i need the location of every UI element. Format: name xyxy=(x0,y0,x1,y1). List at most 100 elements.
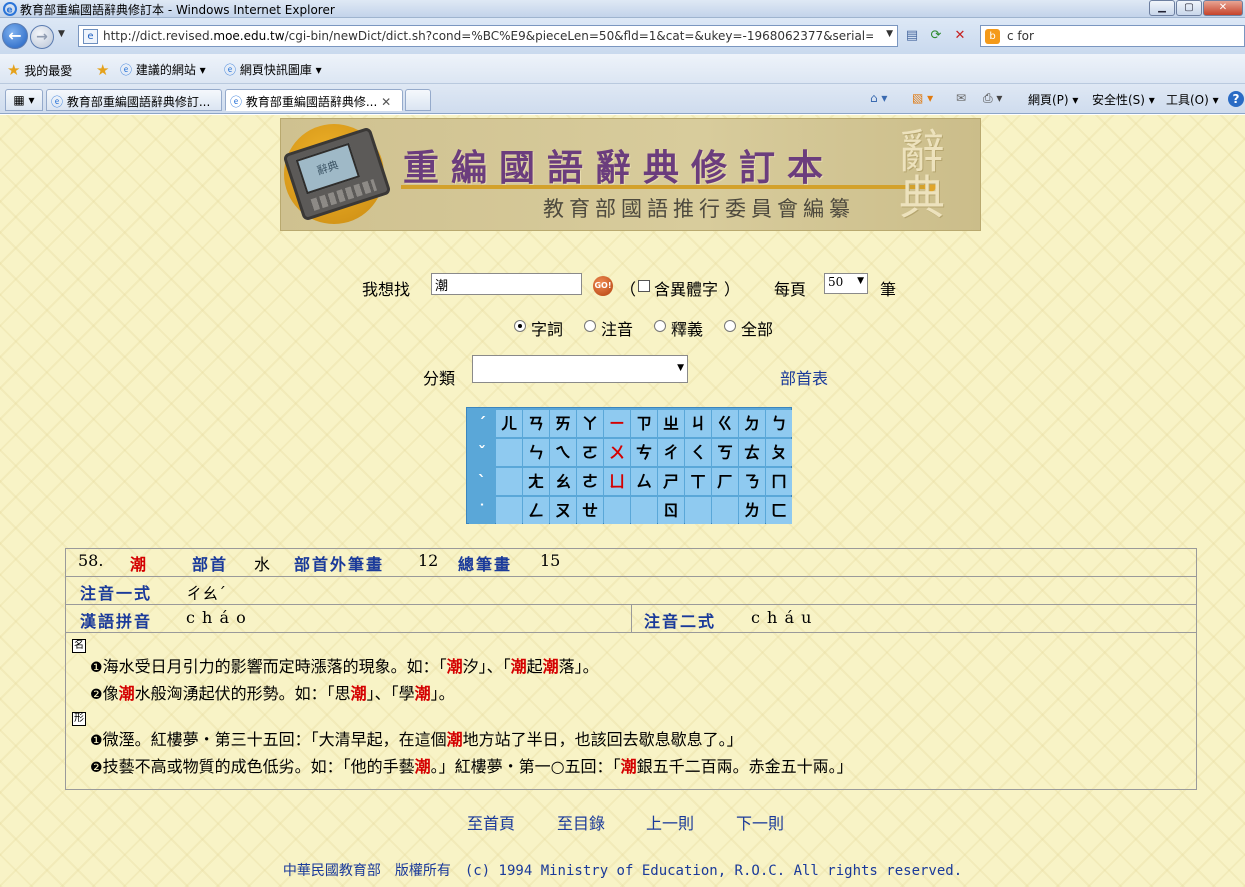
back-button[interactable]: ← xyxy=(2,23,28,49)
zhuyin-key[interactable]: ㄠ xyxy=(550,468,576,495)
home-link[interactable]: 至首頁 xyxy=(467,810,515,834)
zhuyin-key[interactable]: ㄈ xyxy=(766,497,792,524)
per-page-select[interactable]: 50 ▼ xyxy=(824,273,868,294)
dropdown-arrow-icon: ▼ xyxy=(677,363,684,373)
definition-line: ❷像潮水般洶湧起伏的形勢。如：「思潮」、「學潮」。 xyxy=(90,680,455,704)
zhuyin-key[interactable]: ㄗ xyxy=(631,410,657,437)
variant-checkbox[interactable] xyxy=(638,280,650,292)
next-entry-link[interactable]: 下一則 xyxy=(736,810,784,834)
zhuyin-key[interactable]: ㄑ xyxy=(685,439,711,466)
refresh-icon[interactable]: ⟳ xyxy=(926,26,946,46)
zhuyin-key-empty xyxy=(604,497,630,524)
zhuyin-key[interactable]: ㄢ xyxy=(523,410,549,437)
zhuyin-key[interactable]: ㄋ xyxy=(739,468,765,495)
zhuyin-key[interactable]: ㄎ xyxy=(712,439,738,466)
maximize-button[interactable]: ▢ xyxy=(1176,0,1202,16)
zhuyin-key[interactable]: ˙ xyxy=(469,497,495,524)
zhuyin-key[interactable]: ㄞ xyxy=(550,410,576,437)
toc-link[interactable]: 至目錄 xyxy=(557,810,605,834)
favorites-button[interactable]: ★ 我的最愛 xyxy=(7,61,72,79)
radicals-table-link[interactable]: 部首表 xyxy=(780,365,828,389)
add-favorites-icon[interactable]: ★ xyxy=(96,61,109,79)
zhuyin-key[interactable]: ㄧ xyxy=(604,410,630,437)
zhuyin-key[interactable]: ㄣ xyxy=(523,439,549,466)
zhuyin-key[interactable]: ㄜ xyxy=(577,468,603,495)
forward-button[interactable]: → xyxy=(30,25,54,49)
address-url[interactable]: http://dict.revised.moe.edu.tw/cgi-bin/n… xyxy=(103,29,873,43)
zhuyin-key[interactable]: ㄇ xyxy=(766,468,792,495)
mail-icon[interactable]: ✉ xyxy=(956,91,966,105)
search-box[interactable]: b c for xyxy=(980,25,1245,47)
radio-definition[interactable] xyxy=(654,320,666,332)
zhuyin-key[interactable]: ㄙ xyxy=(631,468,657,495)
zhuyin-key[interactable]: ㄌ xyxy=(739,497,765,524)
radio-zhuyin[interactable] xyxy=(584,320,596,332)
tab-dictionary-1[interactable]: ⓔ 教育部重編國語辭典修訂... xyxy=(46,89,222,111)
zhuyin-key[interactable]: ˋ xyxy=(469,468,495,495)
page-menu[interactable]: 網頁(P) ▾ xyxy=(1028,91,1078,108)
zhuyin-key[interactable]: ㄉ xyxy=(739,410,765,437)
quick-tabs-button[interactable]: ▦ ▾ xyxy=(5,89,43,111)
category-select[interactable]: ▼ xyxy=(472,355,688,383)
close-tab-icon[interactable]: ✕ xyxy=(381,95,391,109)
search-text[interactable]: c for xyxy=(1007,29,1034,43)
zhuyin-key[interactable]: ㄩ xyxy=(604,468,630,495)
zhuyin-key[interactable]: ㄤ xyxy=(523,468,549,495)
variant-paren-open: （ xyxy=(620,280,637,299)
recent-pages-dropdown-icon[interactable]: ▼ xyxy=(58,29,65,39)
zhuyin-key[interactable]: ㄅ xyxy=(766,410,792,437)
highlighted-char: 潮 xyxy=(414,684,431,703)
zhuyin-key[interactable]: ˇ xyxy=(469,439,495,466)
divider xyxy=(66,632,1196,633)
search-input[interactable]: 潮 xyxy=(431,273,582,295)
pos-noun-icon: 名 xyxy=(72,639,86,653)
compatibility-view-icon[interactable]: ▤ xyxy=(902,26,922,46)
zhuyin-key[interactable]: ㄊ xyxy=(739,439,765,466)
dropdown-arrow-icon: ▼ xyxy=(857,276,864,286)
tab-dictionary-2[interactable]: ⓔ 教育部重編國語辭典修... ✕ xyxy=(225,89,403,111)
zhuyin-key[interactable]: ㄍ xyxy=(712,410,738,437)
web-slice-gallery-link[interactable]: ⓔ 網頁快訊圖庫 ▾ xyxy=(224,61,322,78)
address-dropdown-icon[interactable]: ▼ xyxy=(886,29,893,39)
definition-text: 」、「學 xyxy=(366,684,415,703)
zhuyin-key[interactable]: ㄛ xyxy=(577,439,603,466)
zhuyin-key[interactable]: ㄚ xyxy=(577,410,603,437)
zhuyin-key[interactable]: ㄔ xyxy=(658,439,684,466)
banner-divider xyxy=(401,185,931,189)
prev-entry-link[interactable]: 上一則 xyxy=(646,810,694,834)
zhuyin-key[interactable]: ㄡ xyxy=(550,497,576,524)
radio-definition-label: 釋義 xyxy=(671,320,704,339)
radio-words[interactable] xyxy=(514,320,526,332)
tools-menu[interactable]: 工具(O) ▾ xyxy=(1166,91,1219,108)
zhuyin-key[interactable]: ㄖ xyxy=(658,497,684,524)
zhuyin-key[interactable]: ˊ xyxy=(469,410,495,437)
zhuyin-key[interactable]: ㄟ xyxy=(550,439,576,466)
radio-all[interactable] xyxy=(724,320,736,332)
minimize-button[interactable]: ▁ xyxy=(1149,0,1175,16)
zhuyin-key[interactable]: ㄒ xyxy=(685,468,711,495)
zhuyin-key[interactable]: ㄦ xyxy=(496,410,522,437)
banner-subtitle: 教育部國語推行委員會編纂 xyxy=(543,197,855,221)
zhuyin-key[interactable]: ㄥ xyxy=(523,497,549,524)
zhuyin-key[interactable]: ㄘ xyxy=(631,439,657,466)
radio-all-label: 全部 xyxy=(741,320,774,339)
zhuyin-key[interactable]: ㄕ xyxy=(658,468,684,495)
zhuyin-key[interactable]: ㄐ xyxy=(685,410,711,437)
go-button[interactable]: GO! xyxy=(593,276,613,296)
page-icon: e xyxy=(83,29,98,44)
print-icon[interactable]: ⎙ ▾ xyxy=(983,91,1002,106)
safety-menu[interactable]: 安全性(S) ▾ xyxy=(1092,91,1155,108)
stop-icon[interactable]: ✕ xyxy=(950,26,970,46)
zhuyin-key[interactable]: ㄝ xyxy=(577,497,603,524)
help-icon[interactable]: ? xyxy=(1228,91,1244,107)
zhuyin-key[interactable]: ㄆ xyxy=(766,439,792,466)
zhuyin-key[interactable]: ㄏ xyxy=(712,468,738,495)
new-tab-button[interactable] xyxy=(405,89,431,111)
feeds-icon[interactable]: ▧ ▾ xyxy=(912,91,933,105)
close-window-button[interactable]: ✕ xyxy=(1203,0,1243,16)
suggested-sites-link[interactable]: ⓔ 建議的網站 ▾ xyxy=(120,61,206,78)
zhuyin-key[interactable]: ㄓ xyxy=(658,410,684,437)
zhuyin-key[interactable]: ㄨ xyxy=(604,439,630,466)
address-bar[interactable]: e http://dict.revised.moe.edu.tw/cgi-bin… xyxy=(78,25,898,47)
home-icon[interactable]: ⌂ ▾ xyxy=(870,91,887,105)
